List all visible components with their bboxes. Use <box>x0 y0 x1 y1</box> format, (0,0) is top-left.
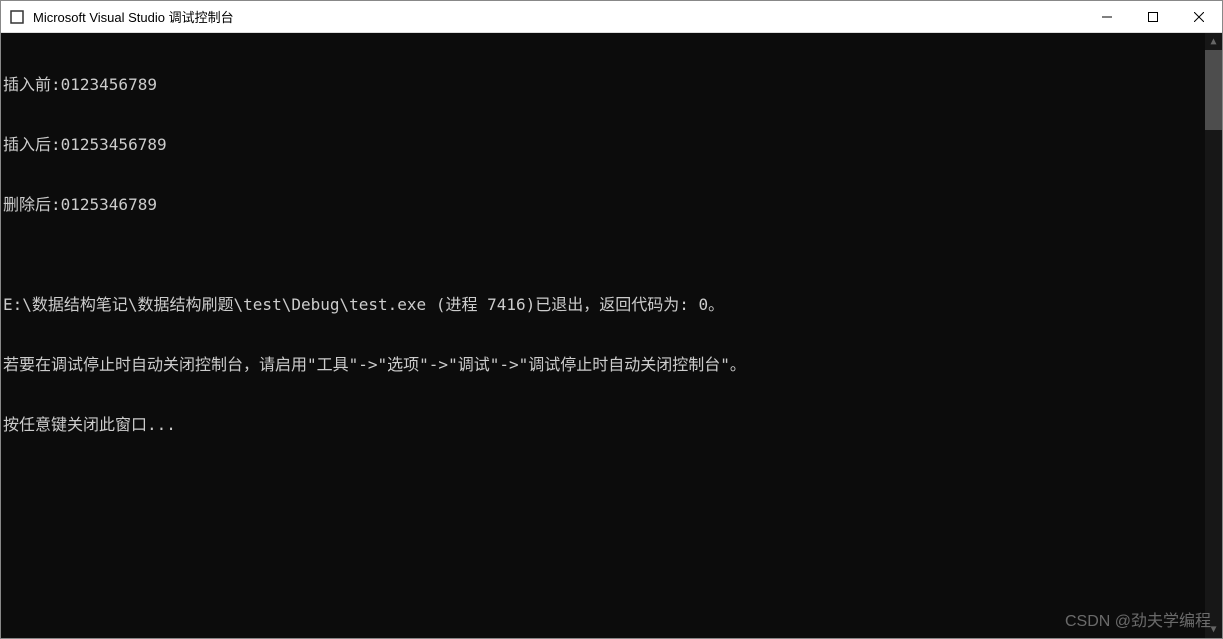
console-line: 若要在调试停止时自动关闭控制台，请启用"工具"->"选项"->"调试"->"调试… <box>3 355 1205 375</box>
maximize-button[interactable] <box>1130 1 1176 32</box>
close-button[interactable] <box>1176 1 1222 32</box>
close-icon <box>1194 12 1204 22</box>
maximize-icon <box>1148 12 1158 22</box>
vertical-scrollbar[interactable]: ▲ ▼ <box>1205 33 1222 638</box>
console-line: 插入前:0123456789 <box>3 75 1205 95</box>
window: Microsoft Visual Studio 调试控制台 插入前 <box>0 0 1223 639</box>
window-title: Microsoft Visual Studio 调试控制台 <box>33 7 1084 26</box>
app-icon <box>9 9 25 25</box>
titlebar: Microsoft Visual Studio 调试控制台 <box>1 1 1222 33</box>
console-area: 插入前:0123456789 插入后:01253456789 删除后:01253… <box>1 33 1222 638</box>
scrollbar-thumb[interactable] <box>1205 50 1222 130</box>
minimize-icon <box>1102 12 1112 22</box>
console-line: 删除后:0125346789 <box>3 195 1205 215</box>
scroll-up-icon[interactable]: ▲ <box>1205 33 1222 50</box>
console-line: 插入后:01253456789 <box>3 135 1205 155</box>
console-line: E:\数据结构笔记\数据结构刷题\test\Debug\test.exe (进程… <box>3 295 1205 315</box>
window-controls <box>1084 1 1222 32</box>
minimize-button[interactable] <box>1084 1 1130 32</box>
console-line: 按任意键关闭此窗口... <box>3 415 1205 435</box>
scroll-down-icon[interactable]: ▼ <box>1205 621 1222 638</box>
console-output[interactable]: 插入前:0123456789 插入后:01253456789 删除后:01253… <box>1 33 1205 638</box>
